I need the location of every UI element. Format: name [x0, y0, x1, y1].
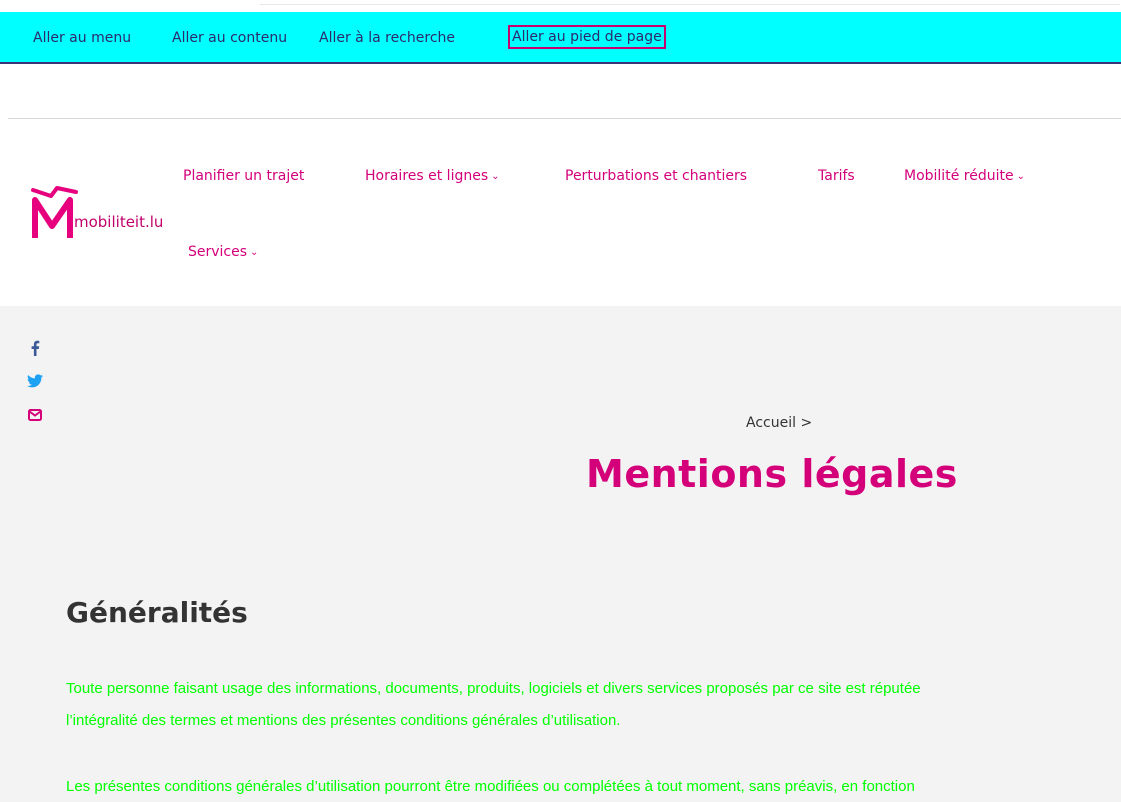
breadcrumb-home-link[interactable]: Accueil — [746, 415, 796, 431]
twitter-share-link[interactable] — [26, 373, 44, 391]
skip-to-search-link[interactable]: Aller à la recherche — [319, 30, 455, 46]
paragraph-line: Les présentes conditions générales d’uti… — [66, 778, 915, 795]
facebook-share-link[interactable] — [26, 340, 44, 358]
nav-horaires-lignes[interactable]: Horaires et lignes ⌄ — [365, 168, 500, 184]
skip-to-menu-link[interactable]: Aller au menu — [33, 30, 131, 46]
nav-label: Perturbations et chantiers — [565, 168, 748, 184]
paragraph-line: l’intégralité des termes et mentions des… — [66, 712, 621, 729]
nav-services[interactable]: Services ⌄ — [188, 244, 258, 260]
email-share-link[interactable] — [26, 406, 44, 424]
nav-label: Planifier un trajet — [183, 168, 305, 184]
top-divider — [260, 0, 1120, 5]
chevron-down-icon: ⌄ — [491, 171, 500, 182]
skip-links-bar: Aller au menu Aller au contenu Aller à l… — [0, 12, 1121, 64]
breadcrumb: Accueil > — [746, 415, 812, 431]
page-title: Mentions légales — [586, 452, 958, 496]
skip-to-content-link[interactable]: Aller au contenu — [172, 30, 287, 46]
nav-label: Mobilité réduite — [904, 168, 1014, 184]
logo-text: mobiliteit.lu — [74, 213, 164, 231]
nav-planifier-trajet[interactable]: Planifier un trajet — [183, 168, 304, 184]
logo-m-icon — [31, 186, 78, 238]
site-header: mobiliteit.lu Planifier un trajet Horair… — [0, 119, 1121, 306]
nav-mobilite-reduite[interactable]: Mobilité réduite ⌄ — [904, 168, 1025, 184]
paragraph-line: Toute personne faisant usage des informa… — [66, 680, 921, 697]
chevron-down-icon: ⌄ — [1016, 171, 1025, 182]
nav-label: Tarifs — [818, 168, 855, 184]
facebook-icon — [31, 340, 40, 356]
section-title: Généralités — [66, 596, 248, 629]
nav-label: Horaires et lignes — [365, 168, 489, 184]
breadcrumb-separator-icon: > — [800, 415, 813, 431]
mail-icon — [28, 409, 42, 421]
main-content: Accueil > Mentions légales Généralités T… — [0, 306, 1121, 802]
skip-to-footer-link[interactable]: Aller au pied de page — [508, 25, 666, 49]
nav-tarifs[interactable]: Tarifs — [818, 168, 855, 184]
site-logo[interactable]: mobiliteit.lu — [30, 186, 190, 244]
nav-label: Services — [188, 244, 248, 260]
nav-perturbations[interactable]: Perturbations et chantiers — [565, 168, 747, 184]
twitter-icon — [27, 374, 43, 388]
chevron-down-icon: ⌄ — [250, 247, 259, 258]
